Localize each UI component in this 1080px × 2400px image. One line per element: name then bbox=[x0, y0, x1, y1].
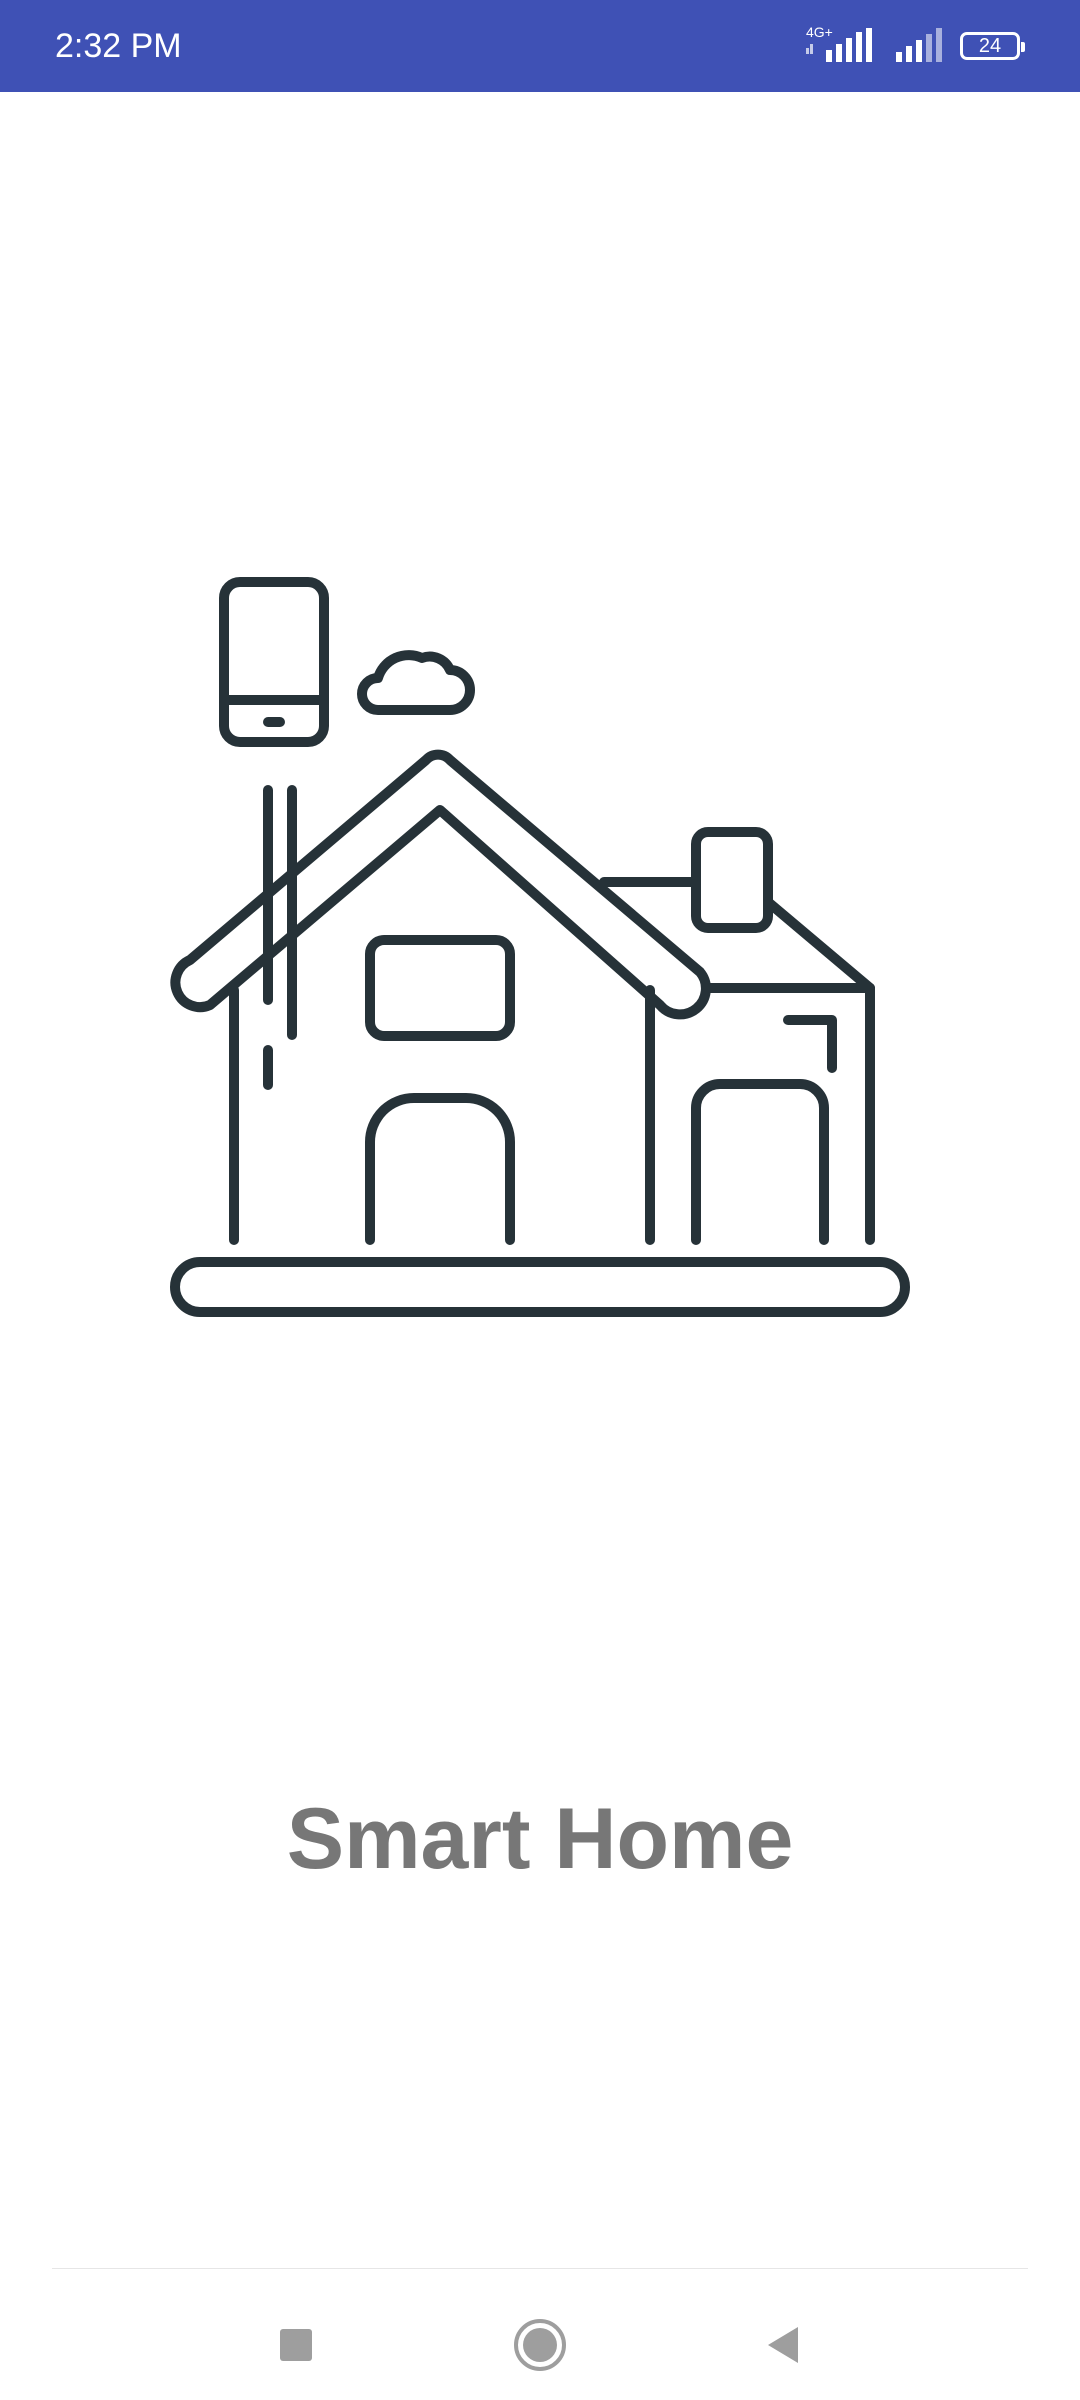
battery-icon: 24 bbox=[960, 32, 1025, 60]
smart-home-house-icon bbox=[170, 577, 910, 1317]
back-button[interactable] bbox=[754, 2315, 814, 2375]
status-bar: 2:32 PM 4G+ 24 bbox=[0, 0, 1080, 92]
nav-divider bbox=[52, 2268, 1028, 2269]
smart-home-illustration bbox=[160, 560, 920, 1330]
square-icon bbox=[280, 2329, 312, 2361]
cellular-signal-icon: 4G+ bbox=[804, 24, 880, 66]
recent-apps-button[interactable] bbox=[266, 2315, 326, 2375]
navigation-bar bbox=[0, 2270, 1080, 2400]
cellular-signal-2-icon bbox=[894, 26, 946, 66]
app-title: Smart Home bbox=[286, 1791, 794, 1887]
smartphone-icon bbox=[219, 577, 329, 747]
status-time: 2:32 PM bbox=[55, 27, 182, 65]
back-triangle-icon bbox=[768, 2327, 798, 2363]
home-button[interactable] bbox=[510, 2315, 570, 2375]
battery-level: 24 bbox=[978, 34, 1002, 57]
status-icons: 4G+ 24 bbox=[804, 0, 1025, 92]
circle-icon bbox=[514, 2319, 566, 2371]
cloud-icon bbox=[357, 650, 475, 715]
network-type-label: 4G+ bbox=[806, 24, 833, 40]
